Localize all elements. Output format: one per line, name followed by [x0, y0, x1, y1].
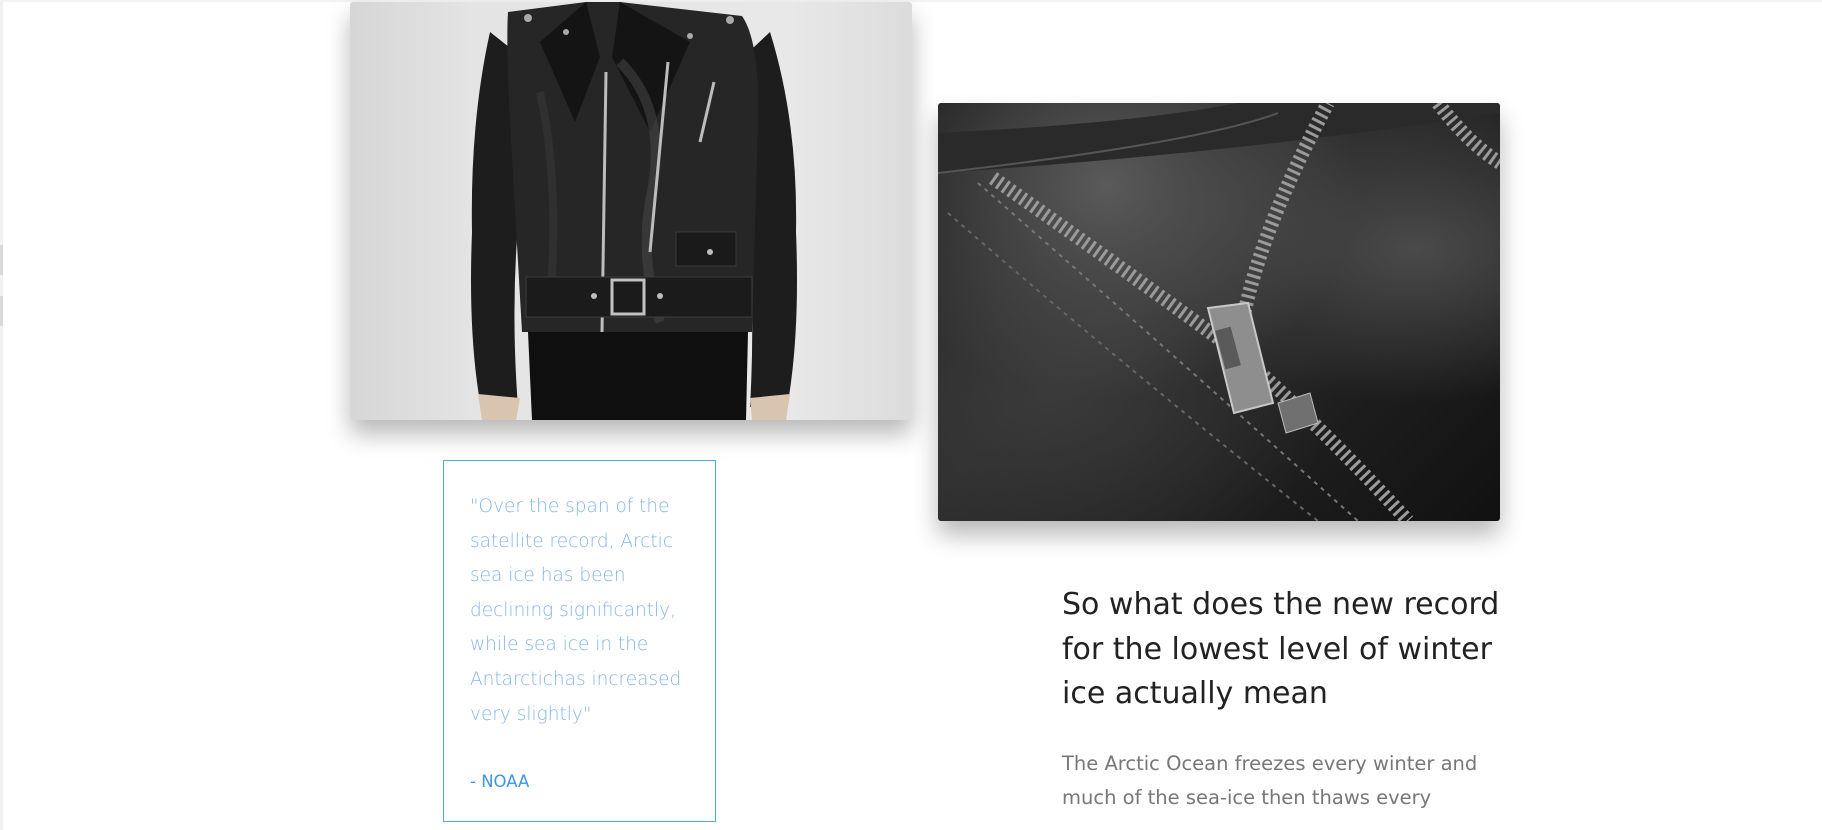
page: "Over the span of the satellite record, … [0, 0, 1822, 830]
zipper-illustration [938, 103, 1500, 521]
strip-tick [0, 296, 3, 326]
zipper-closeup-photo [938, 103, 1500, 521]
strip-tick [0, 245, 3, 275]
left-scroll-strip [0, 0, 3, 830]
article-body: The Arctic Ocean freezes every winter an… [1062, 751, 1478, 810]
pull-quote-box: "Over the span of the satellite record, … [443, 460, 716, 822]
article-title: So what does the new record for the lowe… [1062, 587, 1500, 711]
article-section: So what does the new record for the lowe… [1062, 583, 1502, 816]
jacket-illustration [471, 2, 797, 420]
top-border [0, 0, 1822, 2]
pull-quote-source: - NOAA [470, 772, 530, 791]
pull-quote-text: "Over the span of the satellite record, … [470, 496, 682, 725]
jacket-photo [350, 2, 912, 420]
